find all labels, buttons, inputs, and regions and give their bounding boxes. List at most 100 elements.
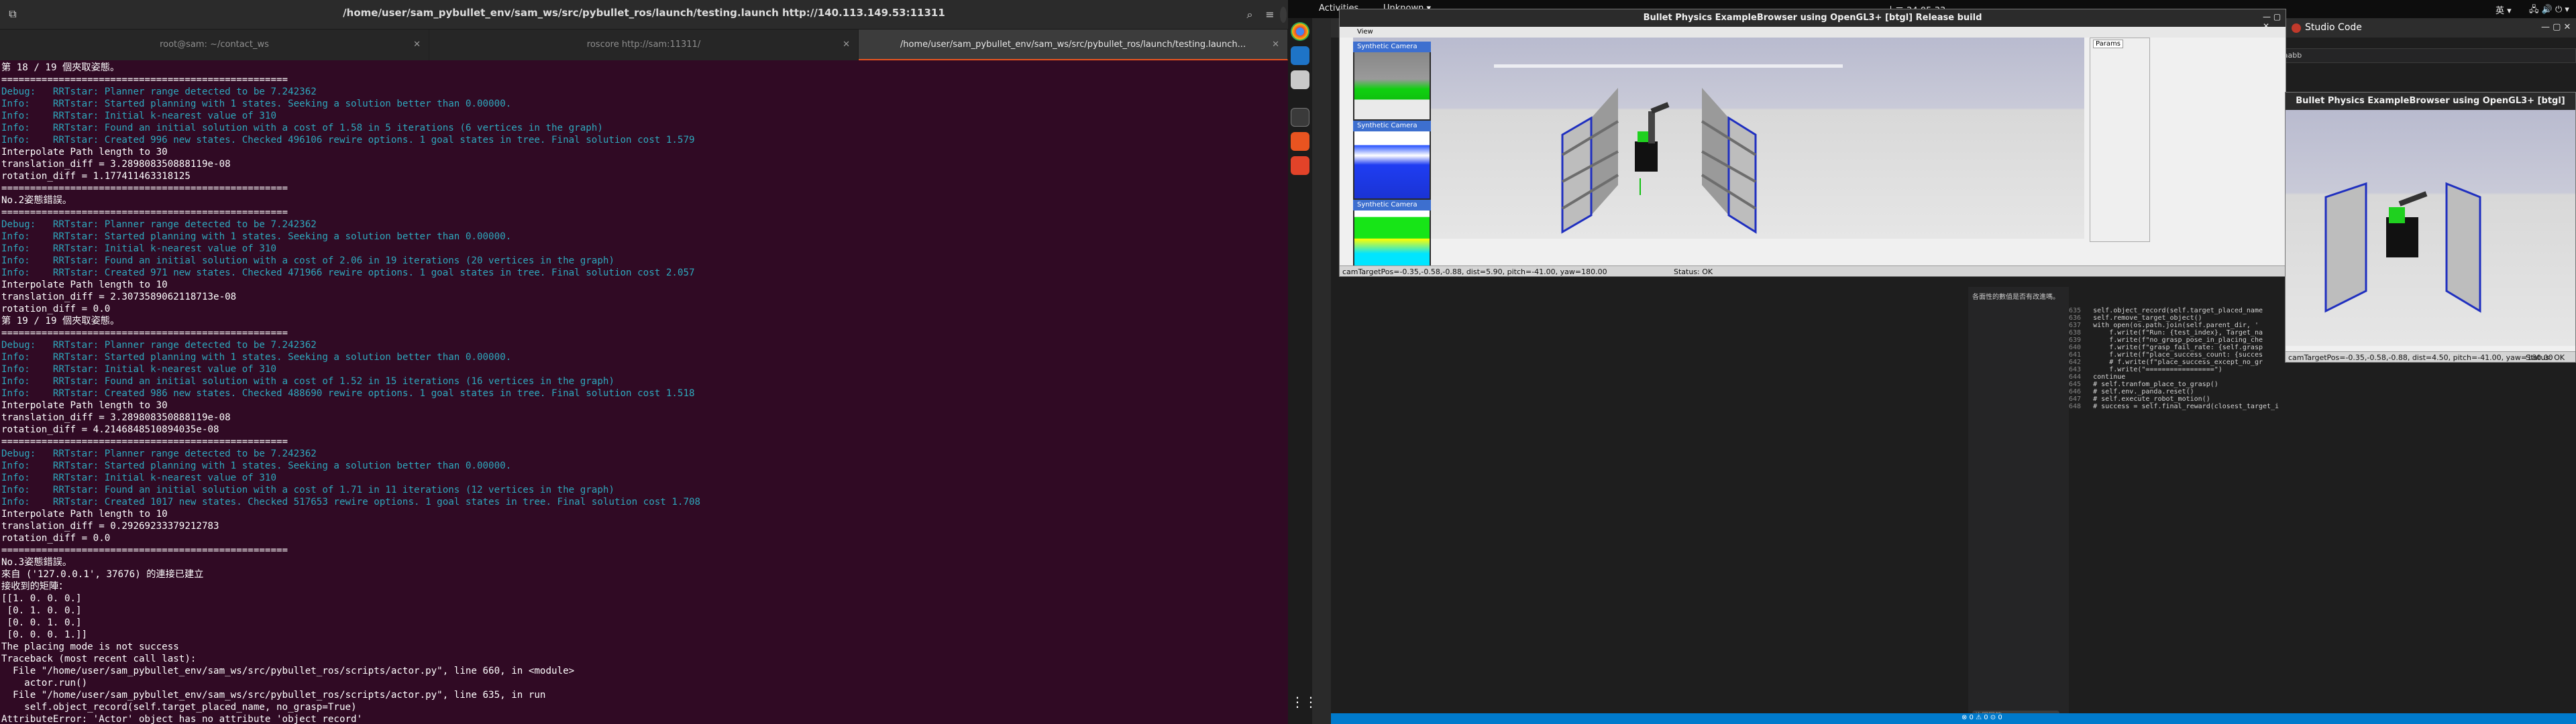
line-number: 640 xyxy=(2069,344,2094,351)
robot-arm xyxy=(1635,102,1670,172)
vscode-icon[interactable] xyxy=(1291,46,1309,65)
terminal-line: No.3姿態錯誤。 xyxy=(1,557,72,568)
menu-view[interactable]: View xyxy=(1357,28,1373,36)
left-shelf xyxy=(1561,88,1619,234)
find-widget[interactable]: draw_aabb xyxy=(2257,48,2576,63)
chrome-icon[interactable] xyxy=(1291,22,1309,41)
terminal-line: 第 18 / 19 個夾取姿態。 xyxy=(1,62,120,73)
terminal-line: Info: RRTstar: Started planning with 1 s… xyxy=(1,231,512,242)
line-number: 641 xyxy=(2069,351,2094,359)
terminal-line: 接收到的矩陣： xyxy=(1,581,68,592)
chat-panel[interactable]: 各面性的數值是否有改進嗎。 詢問回答... xyxy=(1968,287,2069,724)
code-text: # success = self.final_reward(closest_ta… xyxy=(2093,403,2279,410)
menubar: View xyxy=(1340,27,2286,38)
terminal-line: ========================================… xyxy=(1,328,288,339)
right-shelf xyxy=(1701,88,1757,234)
segmentation-panel-title: Synthetic Camera Segmentation Mask xyxy=(1353,200,1431,219)
terminal-line: ========================================… xyxy=(1,74,288,85)
camera-status: camTargetPos=-0.35,-0.58,-0.88, dist=5.9… xyxy=(1342,267,1607,276)
terminal-line: rotation_diff = 0.0 xyxy=(1,304,111,314)
code-text: f.write(f"grasp_fail_rate: {self.grasp xyxy=(2093,344,2263,351)
terminal-line: 來自 ('127.0.0.1', 37676) 的連接已建立 xyxy=(1,569,204,580)
code-text: f.write("=================") xyxy=(2093,366,2222,373)
terminal-line: [[1. 0. 0. 0.] xyxy=(1,593,82,604)
terminal-line: Debug: RRTstar: Planner range detected t… xyxy=(1,219,317,230)
terminal-line: Info: RRTstar: Initial k-nearest value o… xyxy=(1,111,276,121)
terminal-line: File "/home/user/sam_pybullet_env/sam_ws… xyxy=(1,666,575,676)
terminal-line: translation_diff = 3.289808350888119e-08 xyxy=(1,159,231,170)
code-text: with open(os.path.join(self.parent_dir, … xyxy=(2093,322,2259,329)
tab-label: roscore http://sam:11311/ xyxy=(586,40,701,50)
3d-viewport[interactable] xyxy=(2286,110,2575,346)
terminal-line: [0. 0. 1. 0.] xyxy=(1,617,82,628)
close-tab-icon[interactable]: ✕ xyxy=(843,29,850,60)
terminal-line: rotation_diff = 0.0 xyxy=(1,533,111,544)
bullet-title: Bullet Physics ExampleBrowser using Open… xyxy=(2286,93,2575,123)
terminal-output[interactable]: 第 18 / 19 個夾取姿態。 ========================… xyxy=(0,60,1288,724)
terminal-line: ========================================… xyxy=(1,545,288,556)
scene-render xyxy=(1494,64,1843,234)
line-number: 645 xyxy=(2069,381,2094,388)
terminal-line: self.object_record(self.target_placed_na… xyxy=(1,702,357,713)
ok-status: Status: OK xyxy=(1674,267,1713,276)
vscode-title: Studio Code xyxy=(2305,22,2362,33)
line-number: 644 xyxy=(2069,373,2094,381)
terminal-line: 第 19 / 19 個夾取姿態。 xyxy=(1,316,120,326)
code-line: 645 # self.tranfom_place_to_grasp() xyxy=(2069,381,2351,388)
statusbar: camTargetPos=-0.35,-0.58,-0.88, dist=4.5… xyxy=(2286,351,2575,362)
ok-status: Status: OK xyxy=(2526,353,2565,362)
line-number: 637 xyxy=(2069,322,2094,329)
tab-roscore[interactable]: roscore http://sam:11311/ ✕ xyxy=(429,29,859,60)
terminal-line: Info: RRTstar: Created 971 new states. C… xyxy=(1,267,695,278)
tab-label: /home/user/sam_pybullet_env/sam_ws/src/p… xyxy=(900,40,1246,50)
menu-icon[interactable]: ≡ xyxy=(1260,5,1280,25)
anydesk-icon[interactable] xyxy=(1291,156,1309,175)
line-number: 636 xyxy=(2069,314,2094,322)
files-icon[interactable] xyxy=(1291,70,1309,89)
system-tray-icons[interactable]: 🖧 🔊 ⏻ ▾ xyxy=(2529,3,2569,18)
tab-params[interactable]: Params xyxy=(2093,40,2123,48)
bullet-window-secondary[interactable]: Bullet Physics ExampleBrowser using Open… xyxy=(2285,92,2576,363)
bullet-window-main[interactable]: Bullet Physics ExampleBrowser using Open… xyxy=(1339,9,2286,277)
terminal-line: Interpolate Path length to 30 xyxy=(1,147,168,158)
show-apps-icon[interactable]: ⋮⋮ xyxy=(1291,692,1318,711)
minimize-icon[interactable] xyxy=(1280,7,1287,23)
search-icon[interactable]: ⌕ xyxy=(1240,5,1260,25)
code-line: 647 # self.execute_robot_motion() xyxy=(2069,396,2351,403)
software-icon[interactable] xyxy=(1291,132,1309,151)
window-controls[interactable]: — ▢ ✕ xyxy=(2541,22,2571,32)
terminal-line: Info: RRTstar: Initial k-nearest value o… xyxy=(1,473,276,483)
terminal-line: ========================================… xyxy=(1,436,288,447)
camera-status: camTargetPos=-0.35,-0.58,-0.88, dist=4.5… xyxy=(2288,353,2553,362)
terminal-window[interactable]: ⧉ /home/user/sam_pybullet_env/sam_ws/src… xyxy=(0,0,1288,724)
close-tab-icon[interactable]: ✕ xyxy=(413,29,421,60)
dock: ⋮⋮ xyxy=(1288,18,1318,724)
terminal-line: Info: RRTstar: Found an initial solution… xyxy=(1,485,614,495)
terminal-line: Info: RRTstar: Started planning with 1 s… xyxy=(1,352,512,363)
code-text: continue xyxy=(2093,373,2126,381)
close-tab-icon[interactable]: ✕ xyxy=(1272,29,1279,60)
terminal-line: Debug: RRTstar: Planner range detected t… xyxy=(1,86,317,97)
input-method[interactable]: 英 ▾ xyxy=(2496,3,2512,16)
terminal-line: Info: RRTstar: Created 986 new states. C… xyxy=(1,388,695,399)
close-icon[interactable] xyxy=(2292,23,2301,33)
terminal-titlebar[interactable]: ⧉ /home/user/sam_pybullet_env/sam_ws/src… xyxy=(0,0,1288,29)
code-text: f.write(f"no_grasp_pose_in_placing_che xyxy=(2093,337,2263,344)
terminal-line: actor.run() xyxy=(1,678,88,688)
terminal-line: [0. 0. 0. 1.]] xyxy=(1,629,88,640)
terminal-line: Interpolate Path length to 10 xyxy=(1,509,168,520)
params-panel[interactable]: Params xyxy=(2090,38,2150,242)
terminal-icon[interactable] xyxy=(1291,108,1309,127)
line-number: 643 xyxy=(2069,366,2094,373)
status-problems[interactable]: ⊗ 0 ⚠ 0 ⊙ 0 xyxy=(1962,714,2002,721)
code-line: 646 # self.env._panda.reset() xyxy=(2069,388,2351,396)
depth-panel-title: Synthetic Camera Depth data xyxy=(1353,121,1431,140)
code-text: self.remove_target_object() xyxy=(2093,314,2202,322)
code-text: f.write(f"place_success_count: {succes xyxy=(2093,351,2263,359)
terminal-line: rotation_diff = 4.2146848510894035e-08 xyxy=(1,424,219,435)
3d-viewport[interactable] xyxy=(1353,38,2084,239)
tab-testing-launch[interactable]: /home/user/sam_pybullet_env/sam_ws/src/p… xyxy=(859,29,1288,60)
terminal-line: Interpolate Path length to 10 xyxy=(1,280,168,290)
tab-contact-ws[interactable]: root@sam: ~/contact_ws ✕ xyxy=(0,29,429,60)
code-line: 644 continue xyxy=(2069,373,2351,381)
